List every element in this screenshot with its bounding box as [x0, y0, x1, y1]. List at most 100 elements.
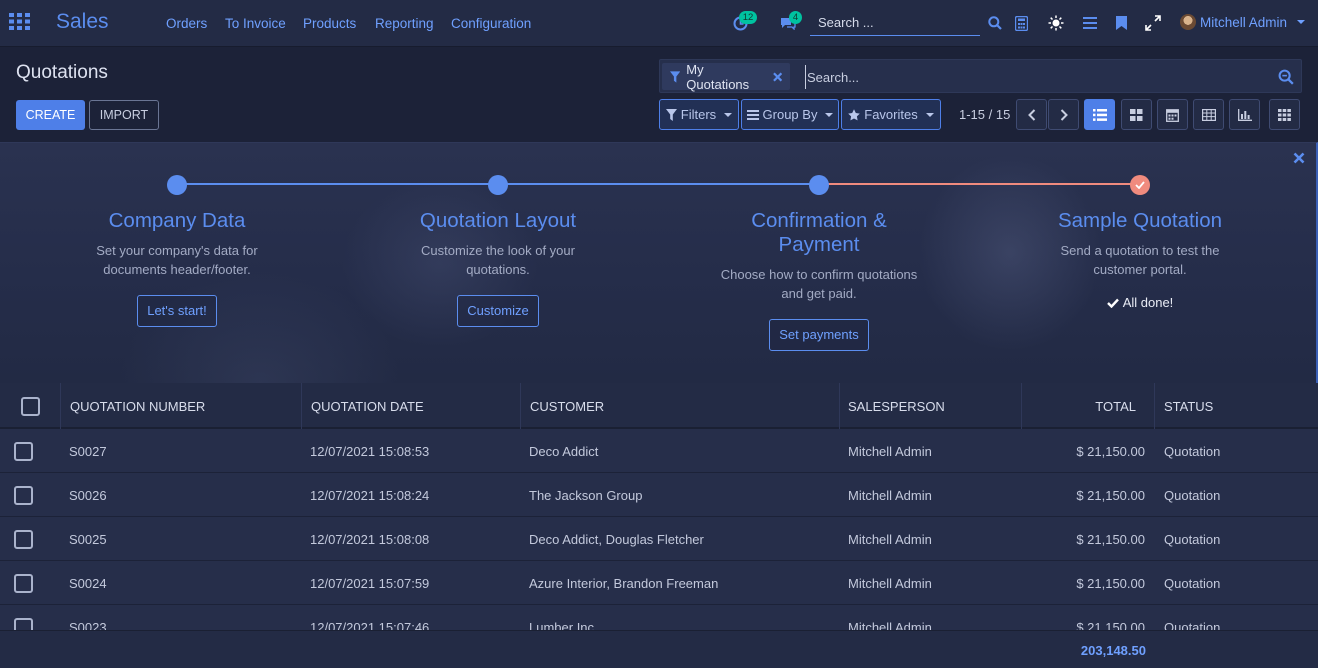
table-row[interactable]: S0024 12/07/2021 15:07:59 Azure Interior…: [0, 561, 1318, 605]
cell-customer: Azure Interior, Brandon Freeman: [529, 575, 719, 591]
star-icon: [848, 108, 861, 120]
cell-salesperson: Mitchell Admin: [848, 531, 932, 547]
column-header-status[interactable]: STATUS: [1155, 383, 1318, 429]
step-confirmation-payment: Confirmation & Payment Choose how to con…: [704, 209, 934, 351]
kanban-view-icon: [1130, 108, 1143, 121]
chevron-down-icon: [925, 112, 934, 117]
close-icon[interactable]: [772, 71, 782, 82]
app-brand[interactable]: Sales: [56, 10, 109, 34]
filter-icon: [670, 70, 681, 83]
cell-status: Quotation: [1164, 443, 1221, 459]
step-done-label: All done!: [1122, 295, 1174, 310]
apps-grid-icon[interactable]: [9, 13, 30, 30]
user-name: Mitchell Admin: [1200, 14, 1288, 30]
cell-quotation-number: S0026: [69, 487, 107, 503]
view-calendar-button[interactable]: [1157, 99, 1188, 130]
pager-previous-button[interactable]: [1016, 99, 1047, 130]
view-activity-button[interactable]: [1269, 99, 1300, 130]
message-count-badge: 4: [789, 11, 802, 24]
list-icon: [746, 109, 759, 120]
search-icon[interactable]: [1278, 69, 1294, 85]
favorites-label: Favorites: [864, 107, 918, 122]
step-description-line: Send a quotation to test the: [1060, 243, 1220, 258]
expand-icon: [1145, 15, 1161, 31]
favorites-dropdown[interactable]: Favorites: [841, 99, 941, 130]
menu-reporting[interactable]: Reporting: [375, 16, 434, 31]
close-icon[interactable]: [1293, 152, 1305, 164]
step-marker-quotation-layout: [488, 175, 508, 195]
cell-salesperson: Mitchell Admin: [848, 443, 932, 459]
step-company-data: Company Data Set your company's data for…: [62, 209, 292, 327]
column-header-salesperson[interactable]: SALESPERSON: [840, 383, 1022, 429]
step-marker-company-data: [167, 175, 187, 195]
menu-toggle-button[interactable]: [1081, 14, 1099, 32]
menu-to-invoice[interactable]: To Invoice: [225, 16, 286, 31]
create-button[interactable]: CREATE: [16, 100, 85, 130]
cell-quotation-date: 12/07/2021 15:07:59: [310, 575, 430, 591]
fullscreen-button[interactable]: [1144, 14, 1162, 32]
global-search-input[interactable]: [810, 10, 980, 36]
column-header-customer[interactable]: CUSTOMER: [521, 383, 840, 429]
row-checkbox[interactable]: [14, 573, 33, 593]
bookmark-button[interactable]: [1112, 14, 1130, 32]
sum-total: 203,148.50: [1080, 643, 1146, 658]
check-icon: [1106, 298, 1119, 308]
step-description-line: quotations.: [466, 262, 530, 277]
menu-configuration[interactable]: Configuration: [451, 16, 531, 31]
grid-view-icon: [1278, 108, 1291, 121]
cell-total: $ 21,150.00: [1076, 575, 1145, 591]
menu-products[interactable]: Products: [303, 16, 356, 31]
customize-button[interactable]: Customize: [457, 295, 539, 327]
column-header-quotation-number[interactable]: QUOTATION NUMBER: [61, 383, 302, 429]
pager-next-button[interactable]: [1048, 99, 1079, 130]
step-quotation-layout: Quotation Layout Customize the look of y…: [383, 209, 613, 327]
groupby-dropdown[interactable]: Group By: [741, 99, 839, 130]
progress-track-remaining: [819, 183, 1140, 185]
table-row[interactable]: S0025 12/07/2021 15:08:08 Deco Addict, D…: [0, 517, 1318, 561]
cell-quotation-date: 12/07/2021 15:08:08: [310, 531, 430, 547]
view-list-button[interactable]: [1084, 99, 1115, 130]
theme-toggle-button[interactable]: [1047, 14, 1065, 32]
cell-status: Quotation: [1164, 575, 1221, 591]
messages-button[interactable]: 4: [779, 11, 802, 32]
pager-value[interactable]: 1-15 / 15: [959, 107, 1010, 122]
cell-quotation-number: S0024: [69, 575, 107, 591]
user-menu[interactable]: Mitchell Admin: [1180, 14, 1306, 30]
step-title-line: Confirmation &: [751, 209, 887, 232]
step-description-line: and get paid.: [781, 286, 857, 301]
step-description-line: Choose how to confirm quotations: [720, 267, 918, 282]
column-header-total[interactable]: TOTAL: [1022, 383, 1155, 429]
cell-customer: Deco Addict, Douglas Fletcher: [529, 531, 704, 547]
groupby-label: Group By: [762, 107, 818, 122]
import-button[interactable]: IMPORT: [89, 100, 159, 130]
chevron-down-icon: [825, 112, 834, 117]
table-row[interactable]: S0026 12/07/2021 15:08:24 The Jackson Gr…: [0, 473, 1318, 517]
cell-quotation-date: 12/07/2021 15:08:53: [310, 443, 430, 459]
activity-button[interactable]: 12: [731, 11, 757, 32]
cell-salesperson: Mitchell Admin: [848, 487, 932, 503]
bar-chart-icon: [1237, 108, 1252, 121]
filters-dropdown[interactable]: Filters: [659, 99, 739, 130]
menu-orders[interactable]: Orders: [166, 16, 207, 31]
view-graph-button[interactable]: [1229, 99, 1260, 130]
avatar: [1180, 14, 1196, 30]
calculator-button[interactable]: [1012, 14, 1030, 32]
search-input[interactable]: [805, 65, 1255, 89]
top-navbar: Sales Orders To Invoice Products Reporti…: [0, 0, 1318, 47]
view-kanban-button[interactable]: [1121, 99, 1152, 130]
set-payments-button[interactable]: Set payments: [769, 319, 869, 351]
row-checkbox[interactable]: [14, 529, 33, 549]
table-row[interactable]: S0027 12/07/2021 15:08:53 Deco Addict Mi…: [0, 429, 1318, 473]
chevron-right-icon: [1060, 108, 1068, 121]
select-all-checkbox[interactable]: [20, 396, 40, 416]
lets-start-button[interactable]: Let's start!: [137, 295, 217, 327]
list-view-icon: [1092, 108, 1107, 121]
global-search-button[interactable]: [986, 14, 1004, 32]
row-checkbox[interactable]: [14, 485, 33, 505]
view-pivot-button[interactable]: [1193, 99, 1224, 130]
row-checkbox[interactable]: [14, 441, 33, 461]
activity-count-badge: 12: [739, 11, 757, 24]
column-header-quotation-date[interactable]: QUOTATION DATE: [302, 383, 521, 429]
cell-total: $ 21,150.00: [1076, 487, 1145, 503]
quotations-table: QUOTATION NUMBER QUOTATION DATE CUSTOMER…: [0, 383, 1318, 649]
